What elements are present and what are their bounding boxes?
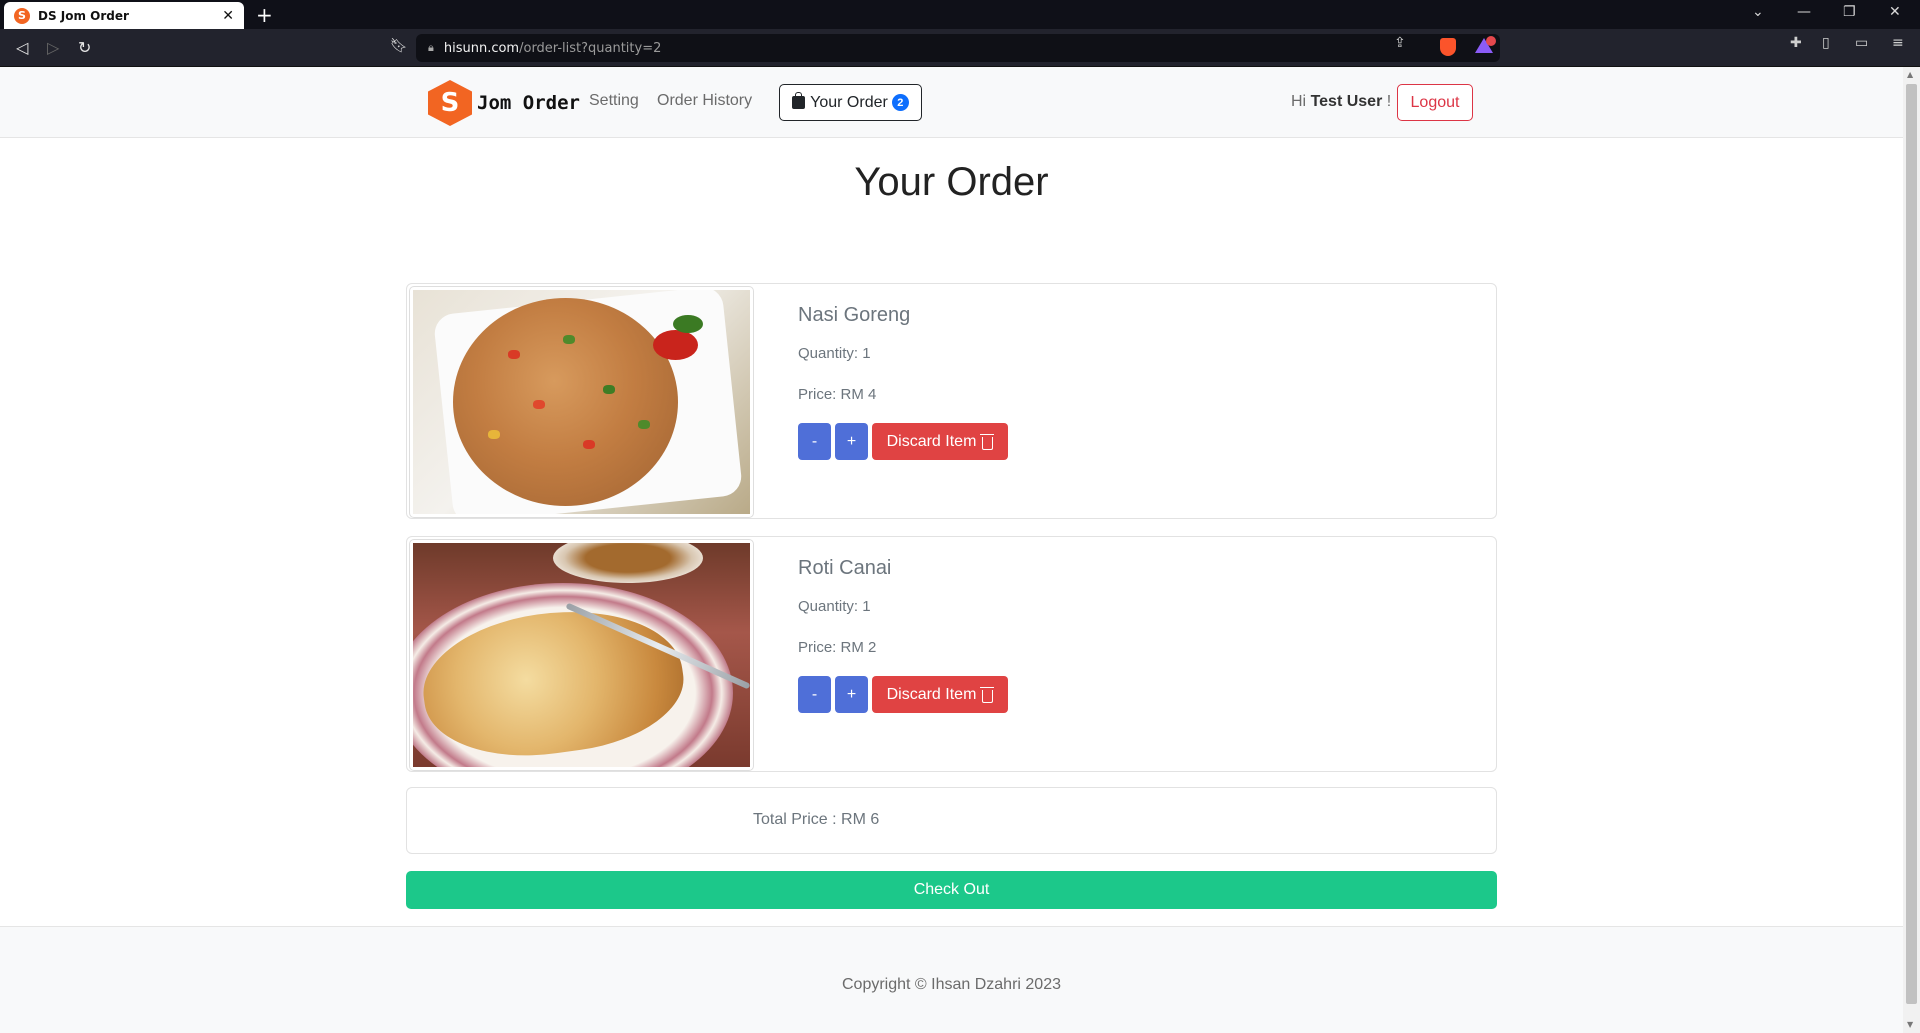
brave-shields-icon[interactable] [1440,38,1456,56]
scroll-down-icon[interactable]: ▼ [1907,1020,1913,1029]
price-value: 4 [868,386,877,403]
total-price-card: Total Price : RM 6 [406,787,1497,854]
browser-tabbar: S DS Jom Order ✕ + ⌄ — ❐ ✕ [0,0,1920,29]
price-value: 2 [868,639,877,656]
extensions-icon[interactable]: ✚ [1790,35,1802,51]
lock-icon: 🔒︎ [428,41,434,54]
quantity-value: 1 [862,598,871,615]
discard-item-label: Discard Item [886,432,977,450]
site-navbar: S Jom Order Setting Order History Your O… [0,67,1903,138]
item-price: Price: RM 2 [798,639,876,656]
quantity-value: 1 [862,345,871,362]
wallet-icon[interactable]: ▭ [1855,35,1868,51]
your-order-button[interactable]: Your Order 2 [779,84,922,121]
url-host: hisunn.com [443,40,520,56]
brand[interactable]: S Jom Order [428,80,580,126]
order-item-card: Roti Canai Quantity: 1 Price: RM 2 - + D… [406,536,1497,772]
trash-icon [980,686,995,703]
decrease-quantity-button[interactable]: - [798,423,831,460]
price-label: Price: RM [798,639,864,656]
back-icon[interactable]: ◁ [16,38,28,57]
reload-icon[interactable]: ↻ [78,38,91,57]
share-icon[interactable]: ⇪ [1394,35,1406,51]
total-price: Total Price : RM 6 [753,811,879,829]
rewards-badge [1486,36,1496,46]
brand-logo-icon: S [428,80,472,126]
roti-canai-image [413,543,750,767]
tab-search-icon[interactable]: ⌄ [1752,4,1764,20]
trash-icon [980,433,995,450]
discard-item-button[interactable]: Discard Item [872,676,1008,713]
browser-toolbar: ◁ ▷ ↻ 🔖︎ 🔒︎ hisunn.com /order-list?quant… [0,29,1920,67]
footer: Copyright © Ihsan Dzahri 2023 [0,926,1903,1033]
brand-name: Jom Order [477,92,580,114]
order-count-badge: 2 [891,94,909,111]
shopping-bag-icon [792,92,806,109]
page-title: Your Order [854,160,1049,204]
item-image-frame [409,286,754,518]
menu-icon[interactable]: ≡ [1892,35,1904,51]
greeting-prefix: Hi [1291,93,1307,110]
item-quantity: Quantity: 1 [798,345,871,362]
item-name: Roti Canai [798,557,892,579]
tab-title: DS Jom Order [38,8,129,23]
new-tab-icon[interactable]: + [256,3,273,27]
greeting-suffix: ! [1386,93,1392,110]
user-name: Test User [1310,93,1383,110]
checkout-button[interactable]: Check Out [406,871,1497,909]
item-quantity: Quantity: 1 [798,598,871,615]
price-label: Price: RM [798,386,864,403]
your-order-label: Your Order [810,93,888,111]
item-name: Nasi Goreng [798,304,911,326]
quantity-label: Quantity: [798,598,859,615]
user-greeting: Hi Test User ! [1291,93,1391,111]
window-close-icon[interactable]: ✕ [1889,4,1901,20]
item-price: Price: RM 4 [798,386,876,403]
scrollbar-thumb[interactable] [1906,84,1917,1004]
increase-quantity-button[interactable]: + [835,423,868,460]
minimize-icon[interactable]: — [1797,4,1811,20]
order-item-card: Nasi Goreng Quantity: 1 Price: RM 4 - + … [406,283,1497,519]
address-bar[interactable]: 🔒︎ hisunn.com /order-list?quantity=2 [416,34,1500,62]
tab-close-icon[interactable]: ✕ [222,8,234,24]
nasi-goreng-image [413,290,750,514]
url-path: /order-list?quantity=2 [519,40,662,56]
item-actions: - + Discard Item [798,423,1008,460]
discard-item-label: Discard Item [886,685,977,703]
restore-icon[interactable]: ❐ [1843,4,1856,20]
page: S Jom Order Setting Order History Your O… [0,67,1903,1033]
quantity-label: Quantity: [798,345,859,362]
item-image-frame [409,539,754,771]
forward-icon[interactable]: ▷ [47,38,59,57]
total-price-label: Total Price : RM [753,811,866,828]
bookmark-icon[interactable]: 🔖︎ [390,38,408,54]
decrease-quantity-button[interactable]: - [798,676,831,713]
sidebar-icon[interactable]: ▯ [1822,35,1830,51]
copyright-text: Copyright © Ihsan Dzahri 2023 [841,976,1061,993]
nav-link-setting[interactable]: Setting [589,92,639,110]
tab-favicon-icon: S [14,7,30,24]
item-actions: - + Discard Item [798,676,1008,713]
discard-item-button[interactable]: Discard Item [872,423,1008,460]
browser-tab[interactable]: S DS Jom Order ✕ [4,2,244,29]
increase-quantity-button[interactable]: + [835,676,868,713]
nav-link-order-history[interactable]: Order History [657,92,752,110]
scroll-up-icon[interactable]: ▲ [1907,70,1913,79]
logout-button[interactable]: Logout [1397,84,1473,121]
total-price-value: 6 [870,811,880,828]
